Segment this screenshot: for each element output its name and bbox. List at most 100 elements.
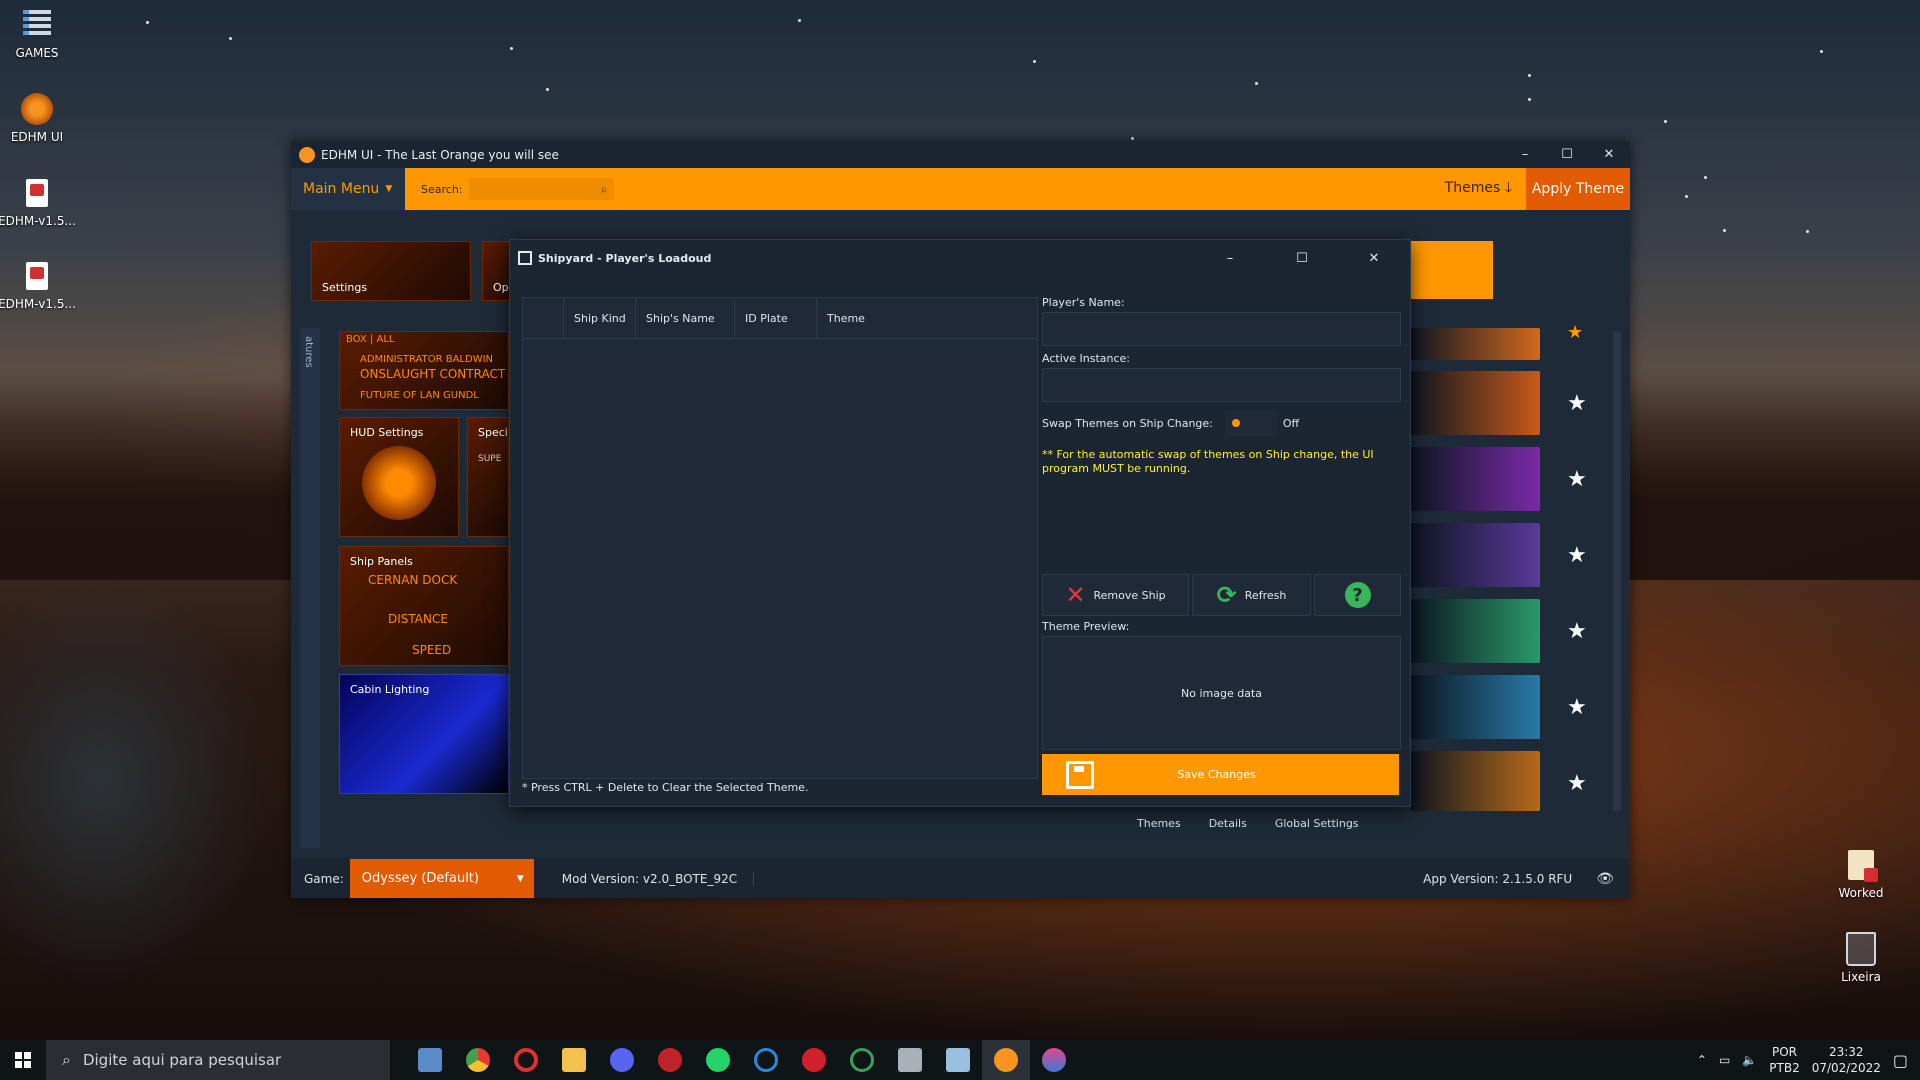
taskbar-app-whatsapp[interactable] — [694, 1040, 742, 1080]
desktop-icon-pdf-2[interactable]: EDHM-v1.5... — [0, 259, 76, 311]
taskbar-app-chrome[interactable] — [454, 1040, 502, 1080]
remove-ship-label: Remove Ship — [1093, 588, 1166, 602]
taskbar-app-gt3[interactable] — [790, 1040, 838, 1080]
side-strip — [300, 328, 320, 848]
taskbar-search[interactable]: ⌕ Digite aqui para pesquisar — [46, 1040, 390, 1080]
players-name-field[interactable] — [1042, 312, 1401, 346]
themes-dropdown-button[interactable]: Themes 🡓 — [1445, 177, 1512, 201]
elite-wings-icon — [362, 446, 436, 520]
volume-icon[interactable]: 🔈 — [1742, 1053, 1757, 1067]
minimize-button[interactable]: – — [1504, 141, 1546, 168]
admin-tile-text-4: FUTURE OF LAN GUNDL — [360, 390, 479, 401]
swap-themes-toggle[interactable] — [1224, 410, 1277, 436]
close-button[interactable]: ✕ — [1588, 141, 1630, 168]
ship-panels-label: Ship Panels — [350, 555, 413, 568]
grid-header-ship-kind[interactable]: Ship Kind — [564, 298, 636, 338]
start-button[interactable] — [0, 1040, 46, 1080]
special-tile[interactable]: Speci SUPE — [467, 417, 509, 537]
red-x-icon: ✕ — [1065, 581, 1086, 609]
hud-settings-tile[interactable]: HUD Settings — [339, 417, 459, 537]
theme-thumbnail[interactable] — [1410, 371, 1540, 435]
help-button[interactable]: ? — [1314, 574, 1401, 616]
desktop-icon-pdf-1[interactable]: EDHM-v1.5... — [0, 176, 76, 228]
dialog-maximize-button[interactable]: ☐ — [1266, 251, 1338, 266]
cabin-lighting-tile[interactable]: Cabin Lighting — [339, 674, 509, 794]
taskbar-app-discord[interactable] — [598, 1040, 646, 1080]
refresh-label: Refresh — [1244, 588, 1287, 602]
grid-header-id-plate[interactable]: ID Plate — [735, 298, 817, 338]
theme-thumbnail[interactable] — [1410, 328, 1540, 360]
favorite-star-icon[interactable]: ★ — [1567, 695, 1587, 720]
eye-icon[interactable]: 👁 — [1596, 871, 1614, 887]
favorite-star-icon[interactable]: ★ — [1567, 391, 1587, 416]
chevron-up-icon[interactable]: ⌃ — [1697, 1053, 1707, 1067]
desktop-icon-recycle-bin[interactable]: Lixeira — [1822, 932, 1900, 984]
theme-thumbnail[interactable] — [1410, 599, 1540, 663]
app-red-icon — [658, 1048, 682, 1072]
taskbar-app-stack[interactable] — [886, 1040, 934, 1080]
chrome-icon — [466, 1048, 490, 1072]
search-input[interactable]: ⌕ — [468, 178, 614, 200]
favorite-star-icon[interactable]: ★ — [1567, 322, 1583, 343]
ship-panels-tile[interactable]: Ship Panels CERNAN DOCK DISTANCE SPEED — [339, 546, 509, 666]
clock-time: 23:32 — [1828, 1045, 1864, 1059]
grid-header-theme[interactable]: Theme — [817, 298, 1032, 338]
tab-themes[interactable]: Themes — [1137, 817, 1181, 830]
desktop-icon-games[interactable]: GAMES — [0, 8, 76, 60]
tab-global-settings[interactable]: Global Settings — [1275, 817, 1359, 830]
ship-panels-text-2: DISTANCE — [388, 612, 448, 626]
taskbar-app-drop[interactable] — [1030, 1040, 1078, 1080]
theme-thumbnail[interactable] — [1410, 751, 1540, 811]
game-label: Game: — [304, 871, 344, 886]
admin-tile[interactable]: BOX | ALL ADMINISTRATOR BALDWIN ONSLAUGH… — [339, 331, 509, 410]
notifications-icon[interactable]: ▢ — [1893, 1051, 1908, 1070]
document-icon — [1848, 850, 1878, 882]
clock[interactable]: 23:32 07/02/2022 — [1812, 1044, 1881, 1076]
tab-details[interactable]: Details — [1209, 817, 1247, 830]
favorite-star-icon[interactable]: ★ — [1567, 543, 1587, 568]
main-titlebar: EDHM UI - The Last Orange you will see –… — [291, 141, 1630, 168]
swap-themes-row: Swap Themes on Ship Change: Off — [1042, 410, 1299, 436]
main-menu-button[interactable]: Main Menu ▼ — [291, 168, 405, 210]
bottom-tabs: Themes Details Global Settings — [1137, 817, 1359, 830]
taskbar-app-blue[interactable] — [934, 1040, 982, 1080]
chevron-down-icon: ▼ — [385, 184, 393, 194]
theme-thumbnail[interactable] — [1410, 447, 1540, 511]
orange-accent-tile — [1410, 241, 1493, 299]
save-changes-button[interactable]: Save Changes — [1042, 754, 1399, 795]
active-instance-field[interactable] — [1042, 368, 1401, 402]
taskbar-app-red[interactable] — [646, 1040, 694, 1080]
language-indicator[interactable]: POR PTB2 — [1769, 1044, 1799, 1076]
dialog-close-button[interactable]: ✕ — [1338, 251, 1410, 266]
ships-grid[interactable]: Ship Kind Ship's Name ID Plate Theme — [522, 297, 1038, 779]
taskbar-app-folder[interactable] — [550, 1040, 598, 1080]
theme-thumbnail[interactable] — [1410, 523, 1540, 587]
game-select[interactable]: Odyssey (Default) ▼ — [349, 859, 534, 898]
favorite-star-icon[interactable]: ★ — [1567, 619, 1587, 644]
remove-ship-button[interactable]: ✕ Remove Ship — [1042, 574, 1189, 616]
refresh-button[interactable]: ⟳ Refresh — [1192, 574, 1311, 616]
maximize-button[interactable]: ☐ — [1546, 141, 1588, 168]
taskbar-app-cortana[interactable] — [742, 1040, 790, 1080]
search-icon: ⌕ — [62, 1050, 71, 1069]
favorite-star-icon[interactable]: ★ — [1567, 467, 1587, 492]
scrollbar[interactable] — [1613, 331, 1621, 811]
grid-header-ship-name[interactable]: Ship's Name — [636, 298, 735, 338]
taskbar-app-edhm[interactable] — [982, 1040, 1030, 1080]
desktop-icon-worked[interactable]: Worked — [1822, 848, 1900, 900]
settings-tile[interactable]: Settings — [311, 241, 471, 301]
taskbar-app-opera[interactable] — [502, 1040, 550, 1080]
taskbar-app-file-explorer[interactable] — [406, 1040, 454, 1080]
network-icon[interactable]: ▭ — [1719, 1053, 1730, 1067]
grid-hint: * Press CTRL + Delete to Clear the Selec… — [522, 781, 809, 794]
favorite-star-icon[interactable]: ★ — [1567, 771, 1587, 796]
edhm-app-icon — [299, 146, 315, 163]
apply-theme-button[interactable]: Apply Theme — [1526, 168, 1630, 210]
theme-thumbnail[interactable] — [1410, 675, 1540, 739]
dialog-minimize-button[interactable]: – — [1194, 251, 1266, 266]
taskbar: ⌕ Digite aqui para pesquisar ⌃ ▭ 🔈 POR P… — [0, 1040, 1920, 1080]
desktop-icon-edhm-ui[interactable]: EDHM UI — [0, 92, 76, 144]
grid-header-select[interactable] — [523, 298, 564, 338]
taskbar-app-upwork[interactable] — [838, 1040, 886, 1080]
status-bar: Game: Odyssey (Default) ▼ Mod Version: v… — [291, 859, 1630, 898]
